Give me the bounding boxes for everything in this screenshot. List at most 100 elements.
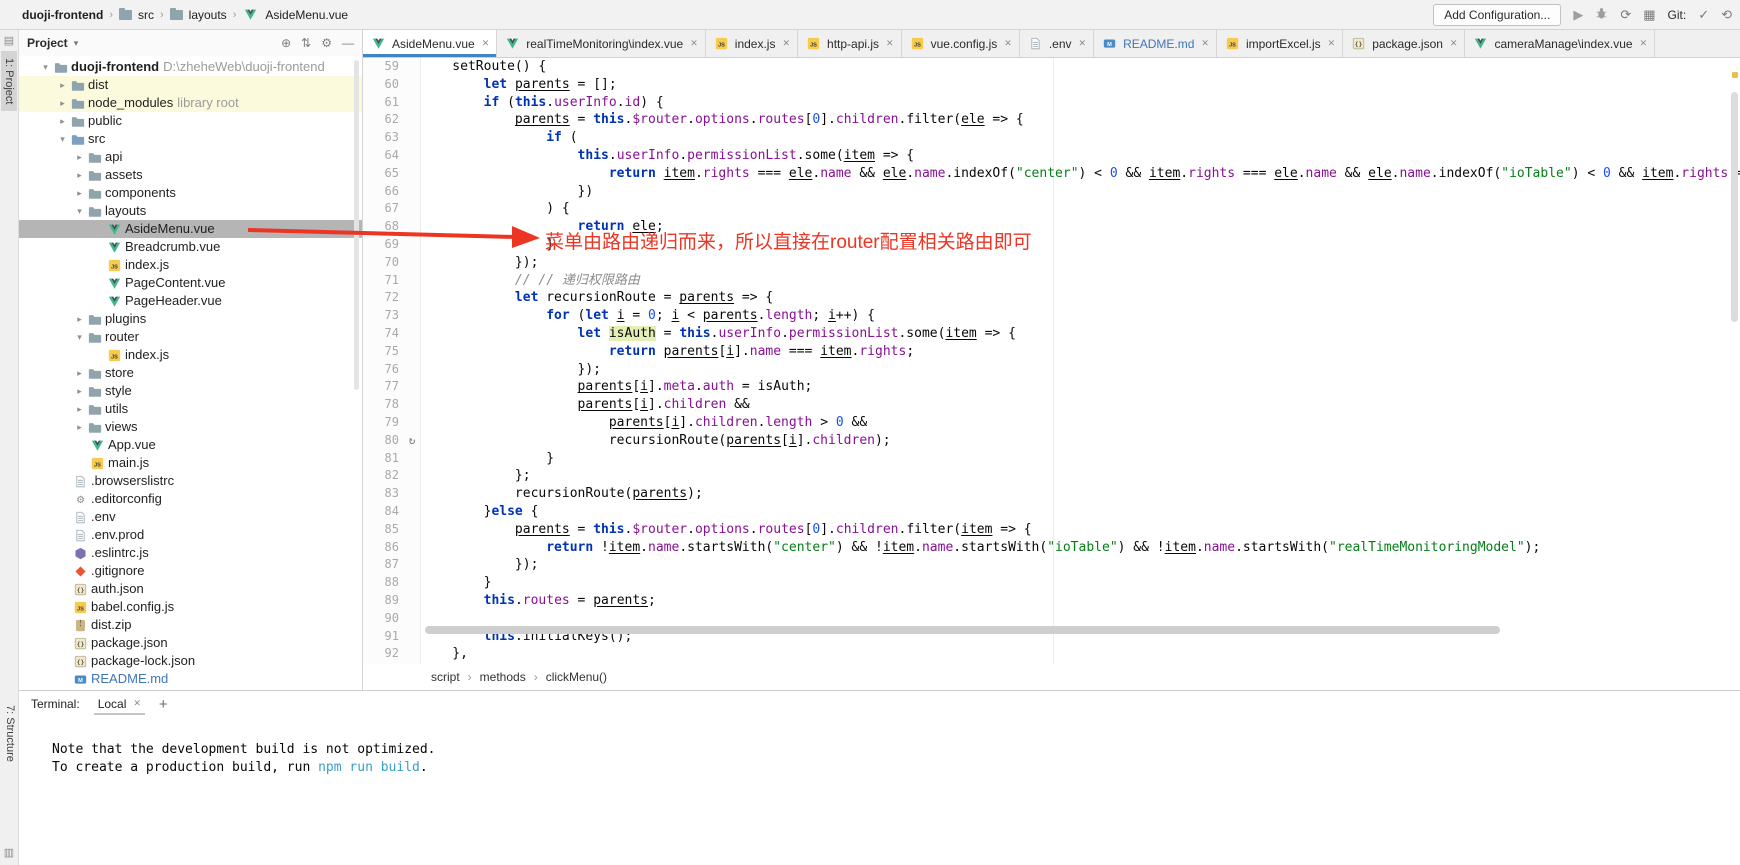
tree-item-.env.prod[interactable]: .env.prod — [19, 526, 362, 544]
code-line-61[interactable]: 61 if (this.userInfo.id) { — [363, 94, 1740, 112]
chevron-collapsed-icon[interactable]: ▸ — [73, 166, 86, 184]
locate-file-icon[interactable]: ⊕ — [281, 36, 291, 50]
tree-item-AsideMenu.vue[interactable]: AsideMenu.vue — [19, 220, 362, 238]
code-line-60[interactable]: 60 let parents = []; — [363, 76, 1740, 94]
tree-item-PageContent.vue[interactable]: PageContent.vue — [19, 274, 362, 292]
chevron-collapsed-icon[interactable]: ▸ — [73, 382, 86, 400]
breadcrumb-script[interactable]: script — [431, 670, 460, 684]
breadcrumb-file[interactable]: AsideMenu.vue — [265, 8, 348, 22]
tab-AsideMenu.vue[interactable]: AsideMenu.vue✕ — [363, 30, 497, 57]
breadcrumb-project[interactable]: duoji-frontend — [22, 8, 103, 22]
tree-item-dist[interactable]: ▸dist — [19, 76, 362, 94]
tree-item-store[interactable]: ▸store — [19, 364, 362, 382]
tool-button-structure[interactable]: 7: Structure — [0, 698, 18, 769]
code-line-73[interactable]: 73 for (let i = 0; i < parents.length; i… — [363, 307, 1740, 325]
debug-icon[interactable] — [1595, 7, 1608, 22]
collapse-all-icon[interactable]: ⇅ — [301, 36, 311, 50]
tree-item-layouts[interactable]: ▾layouts — [19, 202, 362, 220]
tool-button-project[interactable]: 1: Project — [1, 51, 17, 111]
code-line-66[interactable]: 66 }) — [363, 183, 1740, 201]
code-line-67[interactable]: 67 ) { — [363, 200, 1740, 218]
tab-importExcel.js[interactable]: JSimportExcel.js✕ — [1217, 30, 1343, 57]
code-line-74[interactable]: 74 let isAuth = this.userInfo.permission… — [363, 325, 1740, 343]
breadcrumb-layouts[interactable]: layouts — [189, 8, 227, 22]
code-line-62[interactable]: 62 parents = this.$router.options.routes… — [363, 111, 1740, 129]
code-line-88[interactable]: 88 } — [363, 574, 1740, 592]
code-line-65[interactable]: 65 return item.rights === ele.name && el… — [363, 165, 1740, 183]
tree-item-.editorconfig[interactable]: ⚙.editorconfig — [19, 490, 362, 508]
close-icon[interactable]: ✕ — [1450, 38, 1458, 49]
tree-item-style[interactable]: ▸style — [19, 382, 362, 400]
tree-item-App.vue[interactable]: App.vue — [19, 436, 362, 454]
chevron-collapsed-icon[interactable]: ▸ — [56, 94, 69, 112]
breadcrumb-methods[interactable]: methods — [480, 670, 526, 684]
git-update-icon[interactable]: ✓ — [1698, 8, 1709, 21]
tree-item-api[interactable]: ▸api — [19, 148, 362, 166]
chevron-expanded-icon[interactable]: ▾ — [39, 58, 52, 76]
tab-.env[interactable]: .env✕ — [1020, 30, 1094, 57]
code-line-64[interactable]: 64 this.userInfo.permissionList.some(ite… — [363, 147, 1740, 165]
run-icon[interactable]: ▶ — [1573, 8, 1583, 21]
chevron-collapsed-icon[interactable]: ▸ — [73, 418, 86, 436]
tab-vue.config.js[interactable]: JSvue.config.js✕ — [902, 30, 1020, 57]
close-icon[interactable]: ✕ — [1640, 38, 1648, 49]
breadcrumb-method-name[interactable]: clickMenu() — [546, 670, 607, 684]
tree-item-utils[interactable]: ▸utils — [19, 400, 362, 418]
chevron-down-icon[interactable]: ▾ — [74, 38, 79, 49]
code-line-89[interactable]: 89 this.routes = parents; — [363, 592, 1740, 610]
tree-item-assets[interactable]: ▸assets — [19, 166, 362, 184]
inspection-mark[interactable] — [1732, 72, 1738, 78]
chevron-expanded-icon[interactable]: ▾ — [56, 130, 69, 148]
close-icon[interactable]: ✕ — [1201, 38, 1209, 49]
chevron-expanded-icon[interactable]: ▾ — [73, 328, 86, 346]
tree-item-.browserslistrc[interactable]: .browserslistrc — [19, 472, 362, 490]
tree-item-Breadcrumb.vue[interactable]: Breadcrumb.vue — [19, 238, 362, 256]
tree-item-components[interactable]: ▸components — [19, 184, 362, 202]
code-line-68[interactable]: 68 return ele; — [363, 218, 1740, 236]
tree-item-dist.zip[interactable]: dist.zip — [19, 616, 362, 634]
tree-item-main.js[interactable]: JSmain.js — [19, 454, 362, 472]
tree-item-router[interactable]: ▾router — [19, 328, 362, 346]
tab-README.md[interactable]: MREADME.md✕ — [1094, 30, 1217, 57]
add-configuration-button[interactable]: Add Configuration... — [1433, 4, 1561, 26]
tree-item-duoji-frontend[interactable]: ▾duoji-frontendD:\zheheWeb\duoji-fronten… — [19, 58, 362, 76]
code-line-84[interactable]: 84 }else { — [363, 503, 1740, 521]
project-panel-title[interactable]: Project — [27, 36, 68, 50]
tab-cameraManage\index.vue[interactable]: cameraManage\index.vue✕ — [1465, 30, 1655, 57]
close-icon[interactable]: ✕ — [1079, 38, 1087, 49]
code-line-59[interactable]: 59 setRoute() { — [363, 58, 1740, 76]
code-line-63[interactable]: 63 if ( — [363, 129, 1740, 147]
code-line-87[interactable]: 87 }); — [363, 556, 1740, 574]
close-icon[interactable]: ✕ — [1004, 38, 1012, 49]
tab-package.json[interactable]: {}package.json✕ — [1343, 30, 1465, 57]
grid-icon[interactable]: ▦ — [1643, 8, 1655, 21]
tree-item-.eslintrc.js[interactable]: .eslintrc.js — [19, 544, 362, 562]
tree-item-package-lock.json[interactable]: {}package-lock.json — [19, 652, 362, 670]
terminal-stripe-icon[interactable]: ▥ — [0, 846, 18, 859]
tree-item-.gitignore[interactable]: .gitignore — [19, 562, 362, 580]
code-line-77[interactable]: 77 parents[i].meta.auth = isAuth; — [363, 378, 1740, 396]
code-line-69[interactable]: 69 } — [363, 236, 1740, 254]
tree-item-auth.json[interactable]: {}auth.json — [19, 580, 362, 598]
chevron-expanded-icon[interactable]: ▾ — [73, 202, 86, 220]
breadcrumb-src[interactable]: src — [138, 8, 154, 22]
chevron-collapsed-icon[interactable]: ▸ — [73, 310, 86, 328]
code-line-80[interactable]: 80↻ recursionRoute(parents[i].children); — [363, 432, 1740, 450]
code-line-81[interactable]: 81 } — [363, 450, 1740, 468]
tab-index.js[interactable]: JSindex.js✕ — [706, 30, 798, 57]
tree-item-babel.config.js[interactable]: JSbabel.config.js — [19, 598, 362, 616]
hide-panel-icon[interactable]: ― — [342, 36, 354, 50]
refresh-icon[interactable]: ⟳ — [1620, 8, 1631, 21]
code-line-78[interactable]: 78 parents[i].children && — [363, 396, 1740, 414]
recursive-call-icon[interactable]: ↻ — [403, 432, 421, 450]
horizontal-scrollbar[interactable] — [425, 626, 1500, 634]
tab-realTimeMonitoring\index.vue[interactable]: realTimeMonitoring\index.vue✕ — [497, 30, 706, 57]
code-line-85[interactable]: 85 parents = this.$router.options.routes… — [363, 521, 1740, 539]
code-line-70[interactable]: 70 }); — [363, 254, 1740, 272]
code-line-75[interactable]: 75 return parents[i].name === item.right… — [363, 343, 1740, 361]
chevron-collapsed-icon[interactable]: ▸ — [56, 112, 69, 130]
close-icon[interactable]: ✕ — [886, 38, 894, 49]
tree-item-plugins[interactable]: ▸plugins — [19, 310, 362, 328]
code-line-82[interactable]: 82 }; — [363, 467, 1740, 485]
new-terminal-icon[interactable]: + — [159, 696, 168, 713]
